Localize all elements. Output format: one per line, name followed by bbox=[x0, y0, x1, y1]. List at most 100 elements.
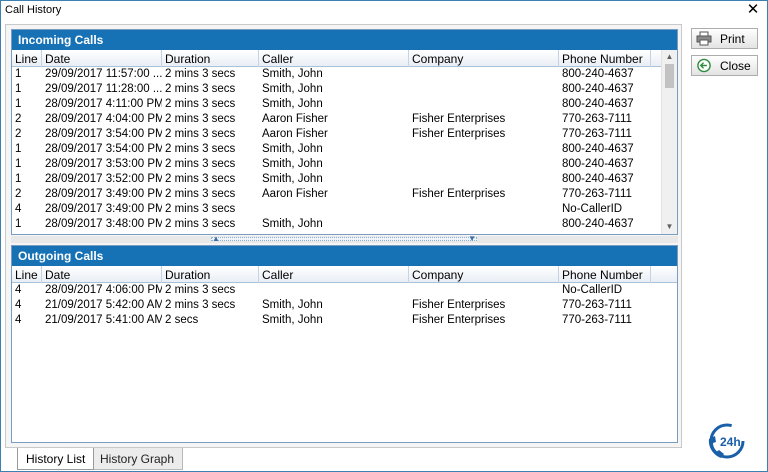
column-header-company[interactable]: Company bbox=[409, 266, 559, 283]
cell-caller: Smith, John bbox=[262, 158, 323, 170]
cell-phone-number: 770-263-7111 bbox=[562, 299, 632, 311]
cell-date: 28/09/2017 3:54:00 PM bbox=[45, 128, 162, 140]
cell-duration: 2 mins 3 secs bbox=[165, 128, 236, 140]
view-tabs: History List History Graph bbox=[5, 448, 305, 470]
cell-duration: 2 mins 3 secs bbox=[165, 218, 236, 230]
cell-caller: Smith, John bbox=[262, 83, 323, 95]
column-header-caller[interactable]: Caller bbox=[259, 266, 409, 283]
outgoing-rows: 4 28/09/2017 4:06:00 PM 2 mins 3 secs No-Ca… bbox=[12, 283, 677, 328]
cell-line: 1 bbox=[15, 68, 22, 80]
cell-caller: Aaron Fisher bbox=[262, 113, 328, 125]
cell-line: 4 bbox=[15, 299, 22, 311]
cell-caller: Smith, John bbox=[262, 299, 323, 311]
cell-duration: 2 mins 3 secs bbox=[165, 203, 236, 215]
cell-duration: 2 mins 3 secs bbox=[165, 83, 236, 95]
column-header-date[interactable]: Date bbox=[42, 266, 162, 283]
cell-duration: 2 mins 3 secs bbox=[165, 173, 236, 185]
cell-duration: 2 mins 3 secs bbox=[165, 98, 236, 110]
cell-line: 1 bbox=[15, 173, 22, 185]
table-row[interactable]: 2 28/09/2017 3:49:00 PM 2 mins 3 secs Aaron… bbox=[12, 187, 677, 202]
column-header-phone-number[interactable]: Phone Number bbox=[559, 50, 651, 67]
column-header-caller[interactable]: Caller bbox=[259, 50, 409, 67]
table-row[interactable]: 1 28/09/2017 4:11:00 PM 2 mins 3 secs Smith… bbox=[12, 97, 677, 112]
phone-24h-logo-icon: 24h bbox=[708, 423, 745, 459]
column-header-duration[interactable]: Duration bbox=[162, 50, 259, 67]
table-row[interactable]: 1 28/09/2017 3:52:00 PM 2 mins 3 secs Smith… bbox=[12, 172, 677, 187]
panel-splitter[interactable]: ▲ ▼ bbox=[11, 234, 678, 243]
cell-line: 2 bbox=[15, 113, 22, 125]
cell-company: Fisher Enterprises bbox=[412, 113, 506, 125]
column-header-date[interactable]: Date bbox=[42, 50, 162, 67]
close-button[interactable]: Close bbox=[691, 55, 758, 76]
cell-caller: Smith, John bbox=[262, 143, 323, 155]
cell-date: 29/09/2017 11:28:00 ... bbox=[45, 83, 162, 95]
cell-date: 28/09/2017 3:48:00 PM bbox=[45, 218, 162, 230]
call-history-window: Call History ✕ Incoming Calls Line Date Du… bbox=[0, 0, 768, 472]
close-window-icon[interactable]: ✕ bbox=[745, 2, 761, 18]
cell-phone-number: 770-263-7111 bbox=[562, 128, 632, 140]
splitter-grip[interactable]: ▲ ▼ bbox=[211, 234, 477, 243]
cell-phone-number: No-CallerID bbox=[562, 203, 623, 215]
splitter-down-icon[interactable]: ▼ bbox=[468, 234, 476, 243]
cell-caller: Smith, John bbox=[262, 173, 323, 185]
tab-history-list[interactable]: History List bbox=[17, 448, 95, 470]
incoming-column-headers: Line Date Duration Caller Company Phone Numbe… bbox=[12, 50, 677, 67]
cell-company bbox=[409, 202, 559, 217]
incoming-scroll-thumb[interactable] bbox=[665, 64, 674, 88]
table-row[interactable]: 4 21/09/2017 5:42:00 AM 2 mins 3 secs Smith… bbox=[12, 298, 677, 313]
window-title: Call History bbox=[5, 4, 62, 16]
cell-caller: Smith, John bbox=[262, 314, 323, 326]
cell-line: 1 bbox=[15, 143, 22, 155]
cell-phone-number: 770-263-7111 bbox=[562, 113, 632, 125]
cell-company bbox=[409, 283, 559, 298]
cell-phone-number: No-CallerID bbox=[562, 284, 623, 296]
cell-phone-number: 800-240-4637 bbox=[562, 218, 634, 230]
cell-phone-number: 770-263-7111 bbox=[562, 314, 632, 326]
table-row[interactable]: 1 28/09/2017 3:54:00 PM 2 mins 3 secs Smith… bbox=[12, 142, 677, 157]
outgoing-calls-header: Outgoing Calls bbox=[12, 246, 677, 266]
incoming-scrollbar[interactable]: ▲ ▼ bbox=[661, 50, 677, 234]
cell-duration: 2 secs bbox=[165, 314, 199, 326]
back-arrow-icon bbox=[697, 58, 711, 73]
cell-duration: 2 mins 3 secs bbox=[165, 158, 236, 170]
cell-duration: 2 mins 3 secs bbox=[165, 284, 236, 296]
table-row[interactable]: 1 28/09/2017 3:53:00 PM 2 mins 3 secs Smith… bbox=[12, 157, 677, 172]
cell-line: 4 bbox=[15, 314, 22, 326]
cell-date: 21/09/2017 5:41:00 AM bbox=[45, 314, 162, 326]
column-header-duration[interactable]: Duration bbox=[162, 266, 259, 283]
table-row[interactable]: 2 28/09/2017 4:04:00 PM 2 mins 3 secs Aaron… bbox=[12, 112, 677, 127]
cell-line: 4 bbox=[15, 203, 22, 215]
scroll-down-icon[interactable]: ▼ bbox=[662, 220, 677, 234]
cell-phone-number: 800-240-4637 bbox=[562, 143, 634, 155]
scroll-up-icon[interactable]: ▲ bbox=[662, 50, 677, 64]
incoming-calls-grid: Incoming Calls Line Date Duration Caller Com… bbox=[11, 29, 678, 235]
column-header-phone-number[interactable]: Phone Number bbox=[559, 266, 651, 283]
column-header-line[interactable]: Line bbox=[12, 50, 42, 67]
column-header-company[interactable]: Company bbox=[409, 50, 559, 67]
table-row[interactable]: 1 29/09/2017 11:28:00 ... 2 mins 3 secs Smi… bbox=[12, 82, 677, 97]
cell-phone-number: 800-240-4637 bbox=[562, 98, 634, 110]
cell-date: 28/09/2017 4:04:00 PM bbox=[45, 113, 162, 125]
cell-company bbox=[409, 217, 559, 232]
table-row[interactable]: 4 21/09/2017 5:41:00 AM 2 secs Smith, John F… bbox=[12, 313, 677, 328]
cell-line: 1 bbox=[15, 98, 22, 110]
outgoing-column-headers: Line Date Duration Caller Company Phone Numbe… bbox=[12, 266, 677, 283]
table-row[interactable]: 4 28/09/2017 3:49:00 PM 2 mins 3 secs No-Ca… bbox=[12, 202, 677, 217]
title-bar: Call History ✕ bbox=[1, 1, 767, 23]
print-button[interactable]: Print bbox=[691, 28, 758, 49]
table-row[interactable]: 4 28/09/2017 4:06:00 PM 2 mins 3 secs No-Ca… bbox=[12, 283, 677, 298]
cell-phone-number: 770-263-7111 bbox=[562, 188, 632, 200]
table-row[interactable]: 1 29/09/2017 11:57:00 ... 2 mins 3 secs Smi… bbox=[12, 67, 677, 82]
cell-company bbox=[409, 97, 559, 112]
table-row[interactable]: 1 28/09/2017 3:48:00 PM 2 mins 3 secs Smith… bbox=[12, 217, 677, 232]
outgoing-grid-body: Line Date Duration Caller Company Phone Numbe… bbox=[12, 266, 677, 442]
column-header-line[interactable]: Line bbox=[12, 266, 42, 283]
tab-history-graph[interactable]: History Graph bbox=[91, 448, 184, 470]
cell-company: Fisher Enterprises bbox=[412, 188, 506, 200]
close-label: Close bbox=[720, 59, 751, 73]
splitter-up-icon[interactable]: ▲ bbox=[212, 234, 220, 243]
cell-date: 28/09/2017 3:52:00 PM bbox=[45, 173, 162, 185]
table-row[interactable]: 2 28/09/2017 3:54:00 PM 2 mins 3 secs Aaron… bbox=[12, 127, 677, 142]
cell-line: 1 bbox=[15, 158, 22, 170]
cell-caller bbox=[259, 202, 409, 217]
